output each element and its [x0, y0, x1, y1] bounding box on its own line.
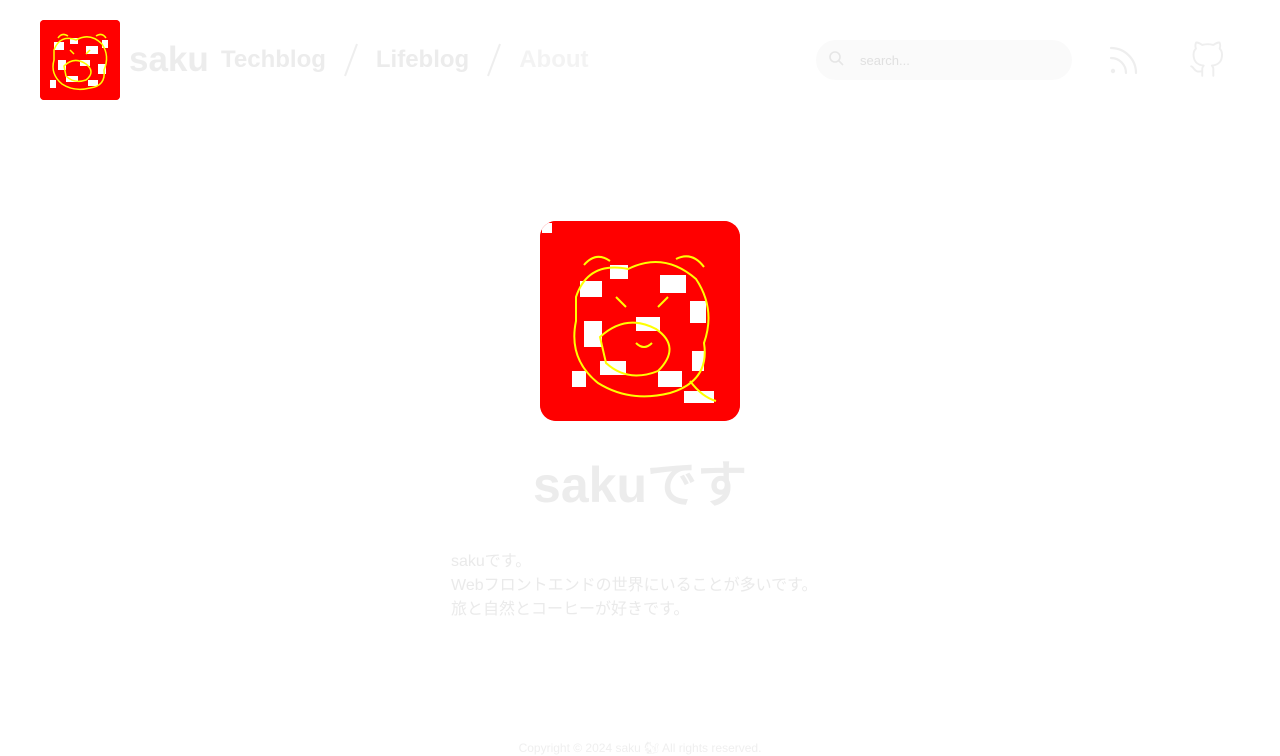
site-name: saku: [129, 40, 209, 79]
nav-link-lifeblog[interactable]: Lifeblog: [376, 40, 469, 80]
nav-separator: [469, 40, 519, 80]
github-link[interactable]: [1188, 40, 1226, 80]
site-footer: Copyright © 2024 saku 🐿 All rights reser…: [0, 740, 1280, 756]
search-box: [816, 40, 1072, 80]
logo-image: [40, 20, 120, 100]
nav-link-about[interactable]: About: [519, 40, 588, 80]
rss-icon: [1109, 46, 1138, 75]
rss-link[interactable]: [1106, 42, 1142, 78]
bio-line: Webフロントエンドの世界にいることが多いです。: [451, 577, 818, 594]
nav-separator: [326, 40, 376, 80]
copyright-text: Copyright © 2024 saku 🐿 All rights reser…: [518, 741, 762, 755]
search-input[interactable]: [858, 51, 1058, 69]
logo-drawing: [40, 20, 120, 100]
profile-bio: sakuです。 Webフロントエンドの世界にいることが多いです。 旅と自然とコー…: [451, 550, 871, 622]
site-header: saku Techblog Lifeblog About: [0, 0, 1280, 120]
home-link[interactable]: saku: [40, 20, 209, 100]
bio-line: 旅と自然とコーヒーが好きです。: [451, 601, 690, 618]
bio-line: sakuです。: [451, 553, 532, 570]
main-nav: Techblog Lifeblog About: [221, 40, 589, 80]
avatar-drawing: [540, 221, 740, 421]
nav-link-techblog[interactable]: Techblog: [221, 40, 326, 80]
github-icon: [1190, 41, 1223, 77]
profile-title: sakuです: [533, 457, 747, 513]
profile-avatar: [540, 221, 740, 421]
search-icon: [828, 50, 844, 71]
